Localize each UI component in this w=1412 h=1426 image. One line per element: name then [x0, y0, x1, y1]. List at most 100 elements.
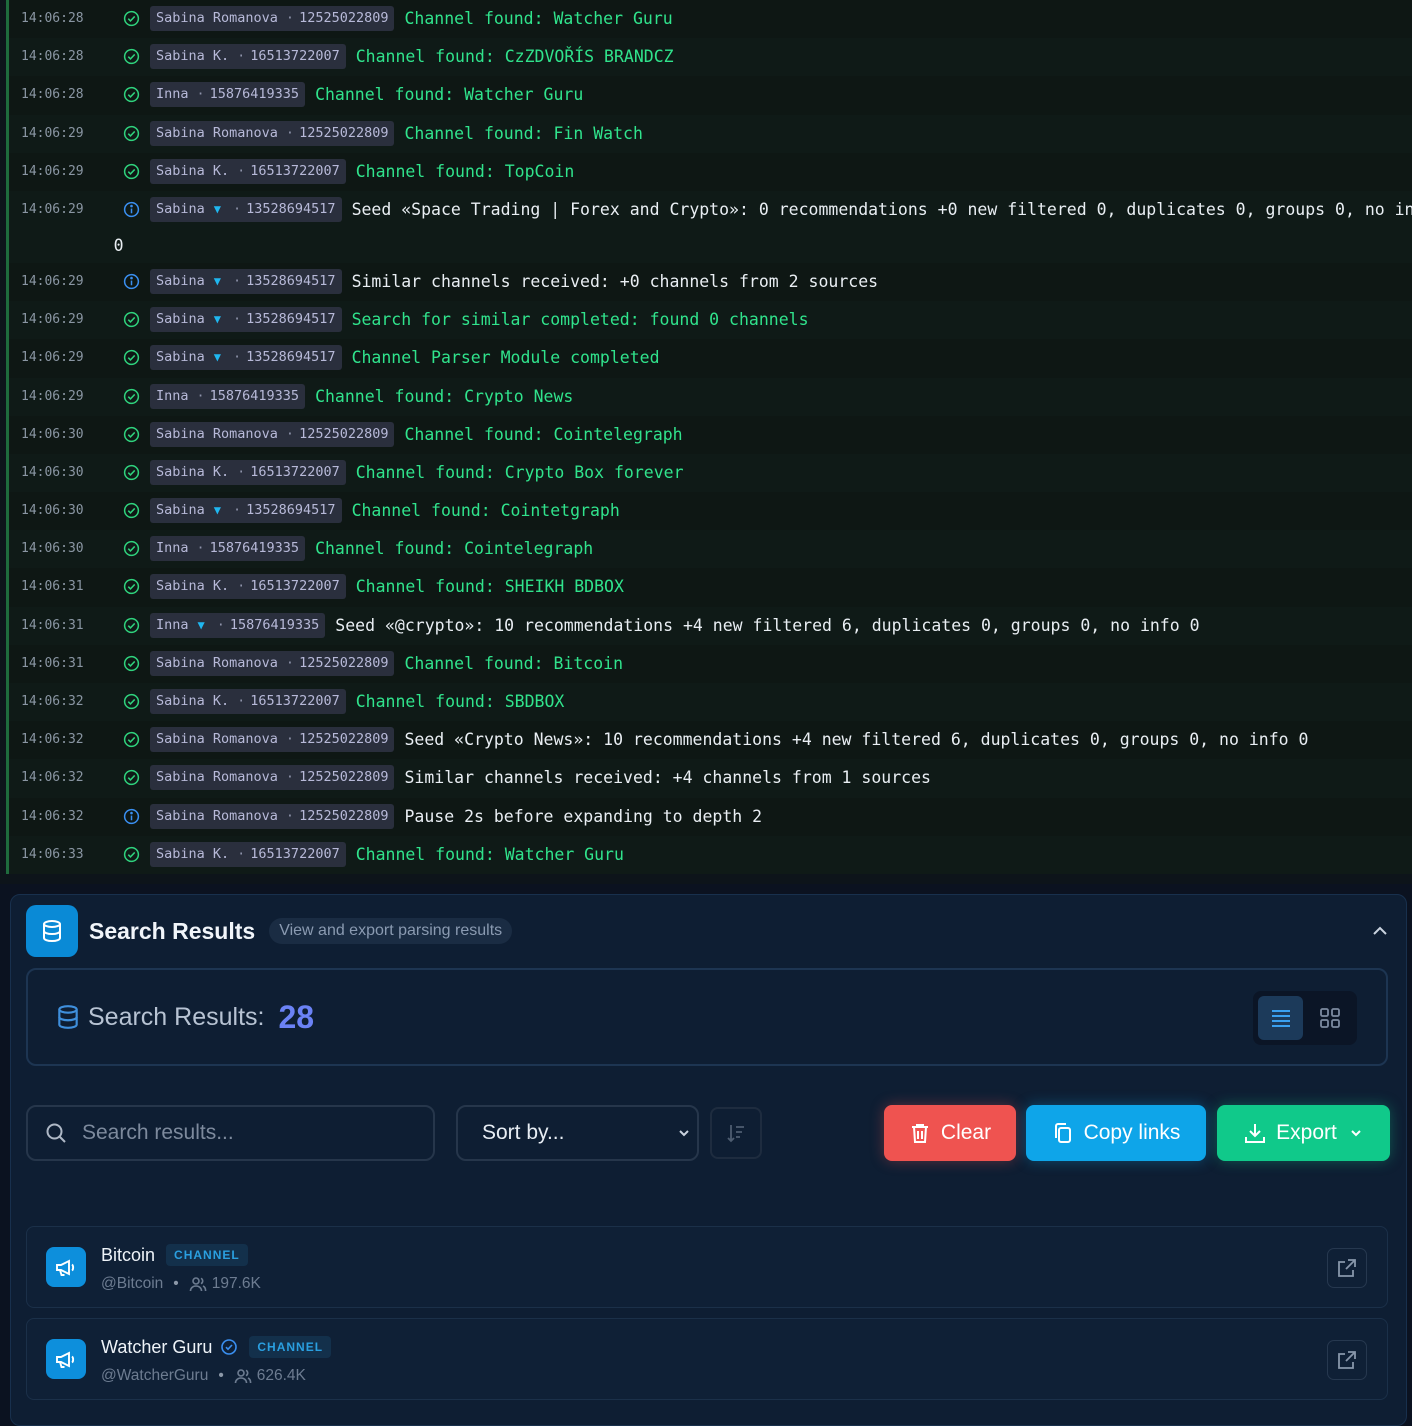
account-id: 13528694517: [246, 311, 336, 328]
result-meta: @WatcherGuru • 626.4K: [101, 1367, 306, 1385]
log-message: Channel found: Fin Watch: [404, 121, 642, 147]
log-message: Channel found: CzZDVOŘÍS BRANDCZ: [356, 44, 674, 70]
account-badge: Sabina K. · 16513722007: [150, 841, 346, 867]
log-timestamp: 14:06:32: [21, 694, 84, 709]
channel-handle[interactable]: @WatcherGuru: [101, 1367, 208, 1385]
log-message-text: Channel found: Watcher Guru: [315, 85, 584, 105]
log-message: Similar channels received: +0 channels f…: [352, 269, 879, 295]
export-button[interactable]: Export: [1217, 1105, 1390, 1161]
account-name: Inna: [156, 387, 189, 404]
log-message-text: Channel found: Fin Watch: [404, 123, 643, 143]
log-message-text: Channel found: TopCoin: [355, 161, 575, 181]
badge-separator: ·: [285, 10, 295, 26]
account-badge: Sabina Romanova · 12525022809: [150, 421, 395, 447]
account-name: Sabina Romanova: [156, 425, 278, 442]
log-message: Search for similar completed: found 0 ch…: [352, 307, 809, 333]
account-id: 15876419335: [229, 616, 320, 633]
log-row: 14:06:29 Sabina ▼ · 13528694517 Similar chann…: [6, 262, 1412, 302]
log-row: 14:06:28 Sabina Romanova · 12525022809 Chann…: [6, 0, 1412, 39]
account-id: 13528694517: [246, 272, 336, 289]
badge-separator: ·: [285, 654, 295, 671]
account-name: Sabina Romanova: [156, 654, 278, 671]
check-circle-icon: [117, 44, 145, 65]
account-badge: Inna · 15876419335: [150, 383, 306, 409]
log-message: Channel found: Watcher Guru: [404, 6, 672, 32]
account-id: 13528694517: [246, 502, 336, 519]
list-view-button[interactable]: [1258, 996, 1303, 1040]
badge-separator: ·: [233, 272, 242, 289]
log-message-text: Channel found: Watcher Guru: [355, 844, 624, 864]
account-id: 16513722007: [250, 845, 340, 862]
premium-gem-icon: ▼: [197, 617, 205, 632]
panel-header[interactable]: Search Results View and export parsing r…: [26, 905, 1396, 957]
check-circle-icon: [117, 422, 145, 443]
badge-separator: ·: [237, 463, 246, 480]
account-badge: Sabina ▼ · 13528694517: [150, 196, 342, 222]
log-message: Channel found: Cointelegraph: [315, 536, 593, 562]
log-timestamp: 14:06:29: [21, 163, 84, 179]
type-badge: CHANNEL: [166, 1244, 248, 1266]
account-id: 12525022809: [299, 807, 389, 824]
check-circle-icon: [117, 651, 145, 672]
check-circle-icon: [117, 536, 145, 557]
account-id: 12525022809: [299, 124, 389, 141]
result-meta: @Bitcoin • 197.6K: [101, 1275, 261, 1293]
account-badge: Inna · 15876419335: [150, 82, 306, 108]
result-card[interactable]: Bitcoin CHANNEL @Bitcoin • 197.6K: [26, 1226, 1388, 1308]
account-id: 12525022809: [299, 425, 389, 442]
log-timestamp: 14:06:30: [21, 503, 84, 519]
check-circle-icon: [117, 121, 145, 142]
open-external-button[interactable]: [1327, 1340, 1367, 1380]
log-row: 14:06:30 Sabina K. · 16513722007 Channel fou…: [6, 453, 1412, 493]
info-icon: [117, 269, 145, 290]
download-icon: [1245, 1124, 1266, 1143]
account-badge: Sabina Romanova · 12525022809: [150, 803, 395, 829]
copy-links-button[interactable]: Copy links: [1026, 1105, 1206, 1161]
badge-separator: ·: [196, 86, 205, 103]
channel-name: Bitcoin: [101, 1244, 156, 1265]
log-timestamp: 14:06:31: [21, 579, 84, 595]
log-row: 14:06:28 Inna · 15876419335 Channel found: W…: [6, 76, 1412, 115]
badge-separator: ·: [237, 48, 246, 65]
account-name: Sabina K.: [156, 578, 230, 595]
account-badge: Sabina ▼ · 13528694517: [150, 307, 342, 333]
account-id: 16513722007: [250, 693, 340, 709]
megaphone-icon: [46, 1247, 86, 1287]
sort-select[interactable]: Sort by...: [456, 1105, 699, 1161]
megaphone-icon: [46, 1339, 86, 1379]
check-circle-icon: [117, 765, 145, 786]
info-icon: [117, 804, 145, 825]
log-row: 14:06:30 Sabina Romanova · 12525022809 Chann…: [6, 415, 1412, 454]
badge-separator: ·: [233, 311, 242, 328]
results-count-box: Search Results: 28: [26, 968, 1388, 1066]
badge-separator: ·: [233, 200, 242, 217]
account-name: Sabina: [156, 200, 205, 217]
result-title: Bitcoin CHANNEL: [101, 1244, 248, 1266]
account-badge: Sabina ▼ · 13528694517: [150, 268, 342, 294]
grid-view-button[interactable]: [1307, 996, 1352, 1040]
log-message-text: Channel found: Crypto Box forever: [355, 462, 684, 482]
badge-separator: ·: [196, 387, 205, 404]
log-message-text: Channel found: SBDBOX: [355, 692, 565, 711]
log-message-text: Channel found: Cointelegraph: [315, 539, 594, 559]
account-id: 13528694517: [246, 349, 336, 366]
log-timestamp: 14:06:31: [21, 655, 84, 671]
chevron-up-icon[interactable]: [1370, 921, 1390, 941]
search-input[interactable]: [80, 1120, 414, 1146]
account-name: Sabina: [156, 311, 205, 328]
badge-separator: ·: [216, 616, 225, 633]
meta-separator: •: [218, 1367, 224, 1384]
badge-separator: ·: [196, 540, 205, 557]
badge-separator: ·: [285, 807, 295, 824]
sort-direction-button[interactable]: [710, 1107, 762, 1159]
panel-title: Search Results: [89, 917, 256, 944]
open-external-button[interactable]: [1327, 1248, 1367, 1288]
clear-button[interactable]: Clear: [884, 1105, 1016, 1161]
channel-handle[interactable]: @Bitcoin: [101, 1275, 163, 1293]
clear-button-label: Clear: [940, 1121, 992, 1144]
log-message-text: Channel found: Cointelegraph: [404, 424, 683, 444]
account-name: Sabina Romanova: [156, 731, 278, 748]
result-card[interactable]: Watcher Guru CHANNEL @WatcherGuru • 626.4K: [26, 1318, 1388, 1400]
sort-select-label: Sort by...: [482, 1121, 565, 1144]
account-name: Sabina: [156, 272, 205, 289]
